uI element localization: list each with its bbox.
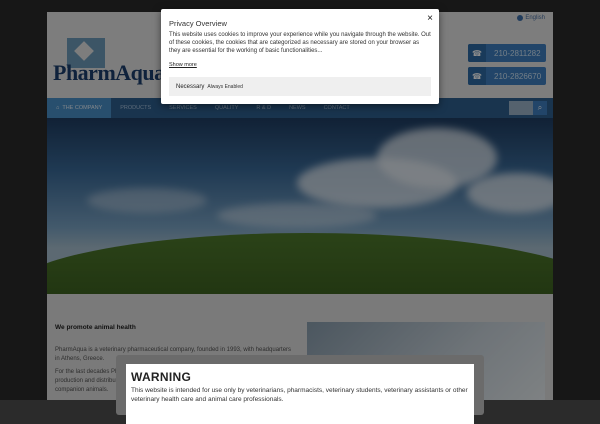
warning-dialog: WARNING This website is intended for use… (116, 355, 484, 424)
warning-title: WARNING (131, 370, 192, 384)
privacy-dialog: Privacy Overview × This website uses coo… (161, 9, 439, 104)
privacy-text: This website uses cookies to improve you… (169, 32, 431, 54)
necessary-label: Necessary (176, 83, 205, 90)
warning-text: This website is intended for use only by… (131, 387, 468, 403)
show-more-link[interactable]: Show more (169, 62, 197, 68)
warning-panel: WARNING This website is intended for use… (126, 364, 474, 424)
always-enabled-label: Always Enabled (207, 83, 243, 90)
privacy-title: Privacy Overview (169, 19, 227, 28)
necessary-cookies-row[interactable]: Necessary Always Enabled (169, 77, 431, 96)
close-icon[interactable]: × (427, 14, 433, 24)
